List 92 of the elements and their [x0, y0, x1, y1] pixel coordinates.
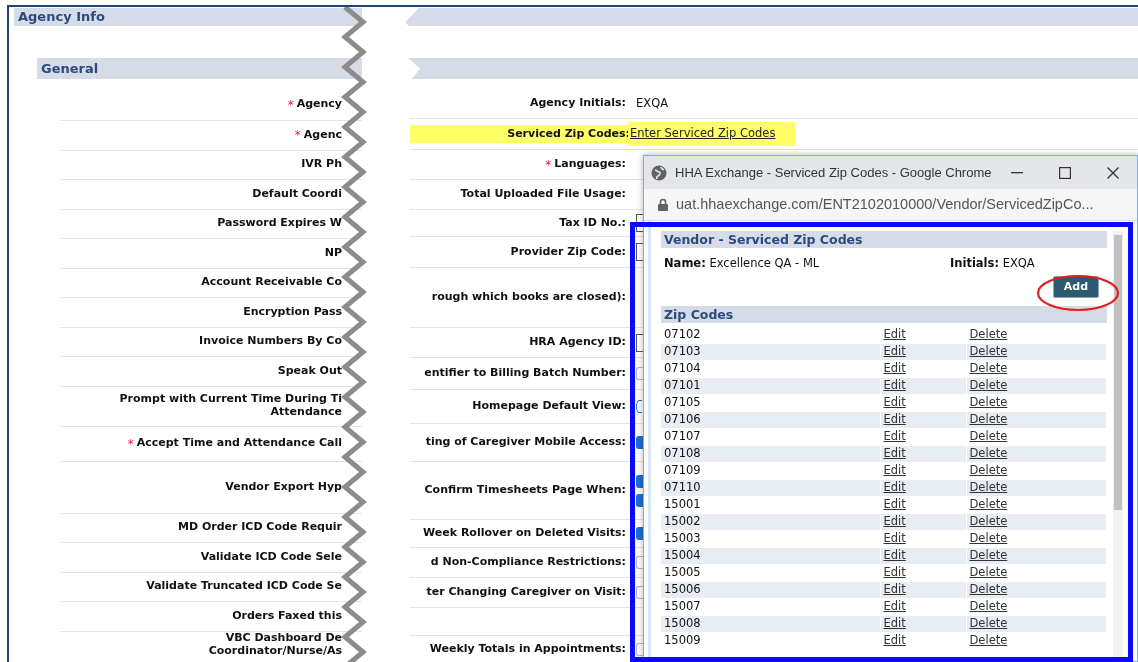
zip-code: 07106 [664, 412, 701, 426]
field-label: Languages: [554, 158, 626, 171]
delete-link[interactable]: Delete [969, 633, 1008, 647]
delete-link[interactable]: Delete [969, 326, 1008, 341]
required-mark: * [127, 435, 134, 453]
field-label: Accept Time and Attendance Call [136, 437, 342, 450]
field-label: Validate ICD Code Sele [200, 550, 342, 564]
zip-code: 15004 [664, 548, 701, 562]
required-mark: * [294, 127, 301, 145]
maximize-icon [1059, 166, 1071, 179]
field-label: ting of Caregiver Mobile Access: [425, 436, 626, 449]
field-label: Agency [296, 98, 342, 111]
edit-link[interactable]: Edit [883, 531, 906, 545]
zip-code: 15008 [664, 616, 701, 630]
edit-link[interactable]: Edit [883, 463, 906, 477]
field-label: Password Expires W [217, 217, 342, 231]
field-label: Homepage Default View: [472, 400, 626, 413]
table-heading: Zip Codes [661, 306, 1107, 323]
delete-link[interactable]: Delete [969, 361, 1008, 375]
field-label: Prompt with Current Time During Ti Attendance [119, 393, 342, 419]
edit-link[interactable]: Edit [883, 361, 906, 375]
field-label: Default Coordi [252, 187, 342, 201]
field-label: Tax ID No.: [559, 216, 626, 230]
zip-code: 07102 [664, 326, 701, 341]
field-label: rough which books are closed): [431, 291, 626, 304]
field-label: Agency Initials: [529, 97, 626, 110]
field-value: EXQA [636, 94, 669, 112]
field-label: NP [324, 246, 342, 260]
zip-code: 07105 [664, 395, 701, 409]
zip-code: 15006 [664, 582, 701, 596]
edit-link[interactable]: Edit [883, 429, 906, 443]
delete-link[interactable]: Delete [969, 497, 1008, 511]
delete-link[interactable]: Delete [969, 463, 1008, 477]
field-label: Agenc [303, 128, 342, 142]
field-label: Validate Truncated ICD Code Se [146, 580, 342, 594]
field-label: VBC Dashboard De Coordinator/Nurse/As [208, 632, 342, 658]
field-label: Week Rollover on Deleted Visits: [423, 527, 626, 540]
field-label: d Non-Compliance Restrictions: [430, 556, 626, 569]
field-label: Encryption Pass [243, 305, 342, 319]
required-mark: * [287, 96, 294, 114]
panel-heading: Vendor - Serviced Zip Codes [661, 231, 1107, 248]
zip-code: 07107 [664, 429, 701, 443]
zip-code: 15007 [664, 599, 701, 613]
field-label: Invoice Numbers By Co [199, 335, 342, 349]
field-label: IVR Ph [301, 158, 342, 172]
delete-link[interactable]: Delete [969, 429, 1008, 443]
zip-code: 07110 [664, 480, 701, 494]
scrollbar-thumb[interactable] [1114, 235, 1122, 510]
add-button[interactable]: Add [1053, 276, 1099, 298]
field-label: Speak Out [277, 364, 342, 378]
vendor-name: Name: Excellence QA - ML [664, 255, 821, 273]
delete-link[interactable]: Delete [969, 565, 1008, 579]
window-title: HHA Exchange - Serviced Zip Codes - Google Chrome [675, 163, 993, 182]
field-label: Confirm Timesheets Page When: [424, 484, 626, 497]
delete-link[interactable]: Delete [969, 395, 1008, 409]
vendor-initials: Initials: EXQA [950, 255, 1035, 273]
field-label: Account Receivable Co [201, 276, 342, 290]
zip-code: 07104 [664, 361, 701, 375]
zip-code: 15003 [664, 531, 701, 545]
edit-link[interactable]: Edit [883, 565, 906, 579]
zip-code: 15005 [664, 565, 701, 579]
zip-code: 15002 [664, 514, 701, 528]
field-label: Serviced Zip Codes: [507, 127, 630, 141]
field-label: Orders Faxed this [232, 609, 342, 623]
zip-code: 15001 [664, 497, 701, 511]
edit-link[interactable]: Edit [883, 599, 906, 613]
required-mark: * [545, 156, 552, 174]
edit-link[interactable]: Edit [883, 395, 906, 409]
radio-button[interactable] [636, 400, 642, 413]
edit-link[interactable]: Edit [883, 497, 906, 511]
field-label: Total Uploaded File Usage: [460, 188, 626, 201]
field-label: Vendor Export Hyp [225, 480, 342, 494]
field-label: entifier to Billing Batch Number: [424, 367, 626, 380]
zip-code: 07103 [664, 344, 701, 358]
field-label: HRA Agency ID: [529, 336, 626, 349]
edit-link[interactable]: Edit [883, 633, 906, 647]
zip-code: 07108 [664, 446, 701, 460]
delete-link[interactable]: Delete [969, 531, 1008, 545]
close-icon [1107, 166, 1119, 179]
section-header: Agency Info [14, 8, 362, 26]
field-label: ter Changing Caregiver on Visit: [426, 586, 626, 599]
edit-link[interactable]: Edit [883, 326, 906, 341]
minimize-icon [1011, 171, 1023, 174]
delete-link[interactable]: Delete [969, 599, 1008, 613]
field-label: Provider Zip Code: [510, 245, 626, 259]
zip-code: 07109 [664, 463, 701, 477]
zip-code: 07101 [664, 378, 701, 392]
field-label: Weekly Totals in Appointments: [429, 642, 626, 656]
lock-icon [658, 198, 668, 211]
section-header: General [37, 58, 362, 79]
zip-code: 15009 [664, 633, 701, 647]
field-label: MD Order ICD Code Requir [177, 521, 342, 535]
